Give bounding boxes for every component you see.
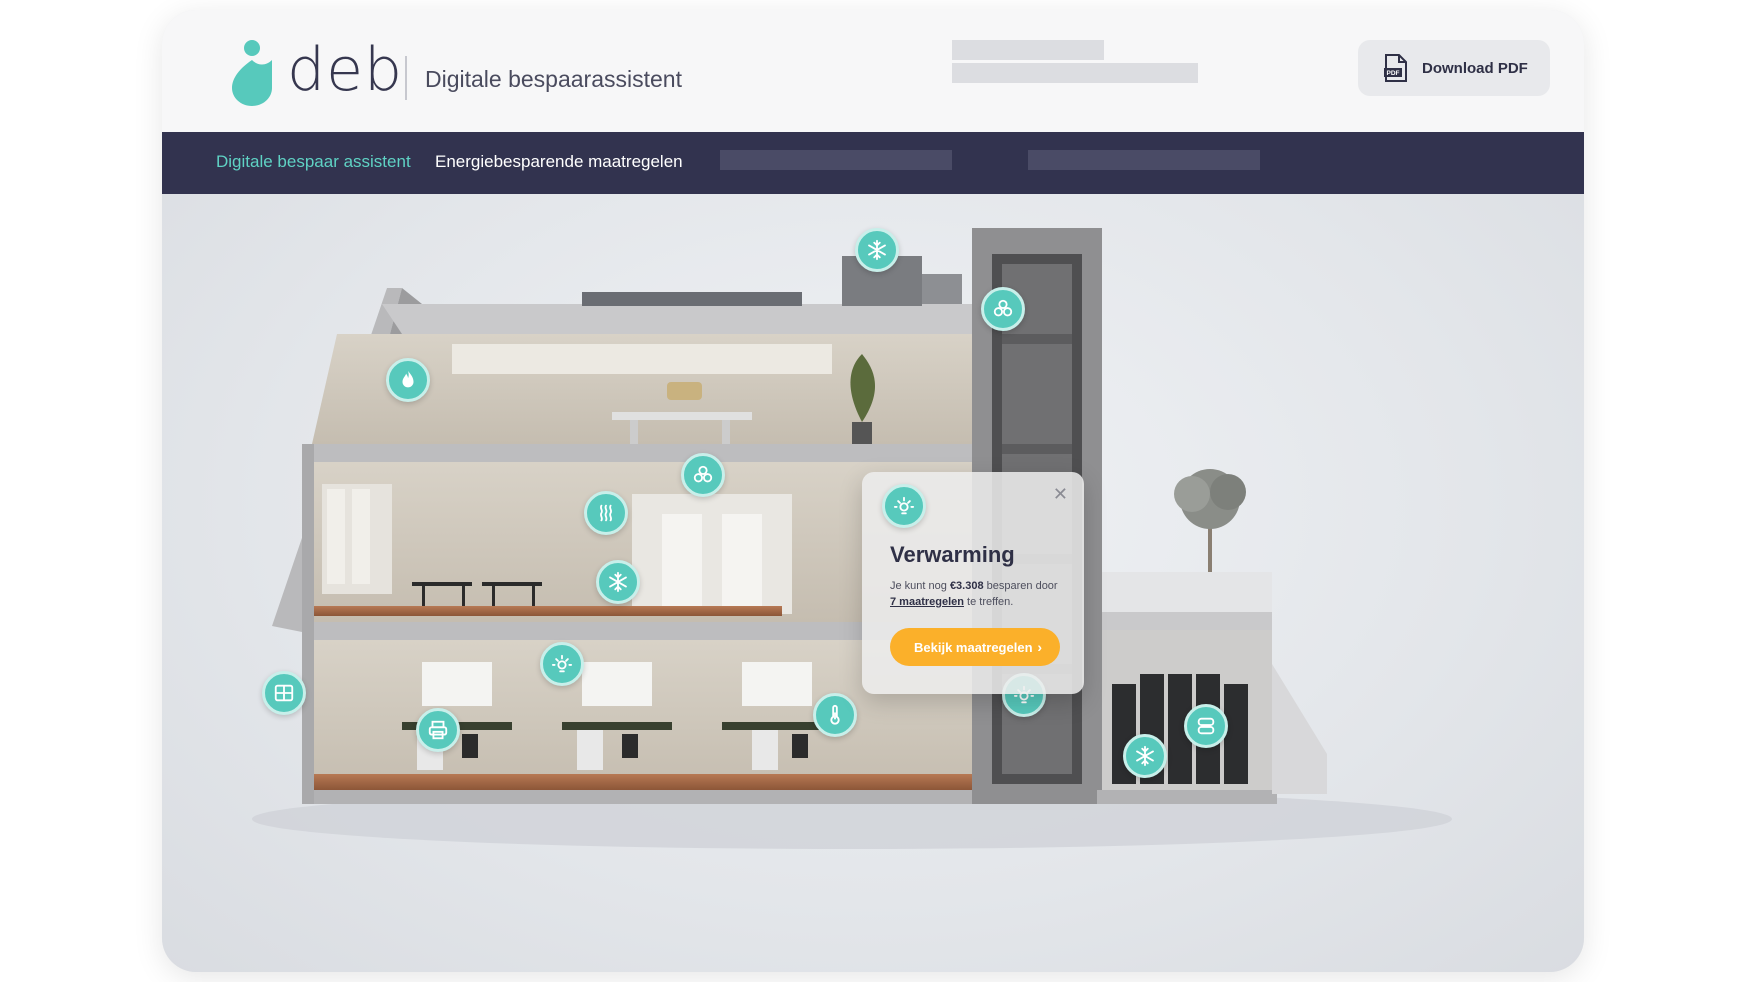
nav-item-maatregelen[interactable]: Energiebesparende maatregelen — [435, 152, 683, 172]
printer-icon — [428, 720, 448, 740]
deb-logo-icon — [232, 40, 272, 106]
snowflake-icon — [1136, 745, 1154, 767]
hotspot-cooling-roof[interactable] — [855, 228, 899, 272]
lightbulb-icon — [551, 654, 573, 673]
logo-divider — [405, 56, 407, 100]
server-icon — [1197, 717, 1215, 735]
nav-placeholder-1 — [720, 150, 952, 170]
hotspot-gas[interactable] — [386, 358, 430, 402]
hotspot-cooling-middle[interactable] — [596, 560, 640, 604]
popup-title: Verwarming — [890, 542, 1015, 567]
popup-text-middle: besparen door — [983, 580, 1058, 592]
lightbulb-icon — [893, 496, 915, 515]
hotspot-cooling-annex[interactable] — [1123, 734, 1167, 778]
close-icon[interactable]: ✕ — [1053, 484, 1068, 505]
popup-lighting-hotspot[interactable] — [882, 484, 926, 528]
placeholder-bar-bottom — [952, 63, 1198, 83]
snowflake-icon — [609, 571, 627, 593]
chevron-right-icon: › — [1037, 639, 1042, 655]
window-grid-icon — [274, 684, 294, 702]
download-pdf-button[interactable]: PDF Download PDF — [1358, 40, 1550, 96]
nav-placeholder-2 — [1028, 150, 1260, 170]
heat-waves-icon — [599, 504, 613, 522]
snowflake-icon — [868, 239, 886, 261]
hotspot-temperature[interactable] — [813, 693, 857, 737]
hotspot-servers[interactable] — [1184, 704, 1228, 748]
popup-text-suffix: te treffen. — [963, 596, 1014, 608]
download-pdf-label: Download PDF — [1422, 59, 1528, 77]
thermometer-icon — [830, 704, 840, 725]
building-scene: ✕ Verwarming Je kunt nog €3.308 besparen… — [162, 194, 1584, 972]
flame-icon — [402, 370, 414, 388]
verwarming-popup: ✕ Verwarming Je kunt nog €3.308 besparen… — [862, 472, 1084, 694]
popup-amount: €3.308 — [949, 580, 984, 592]
hotspot-ventilation-tower[interactable] — [981, 287, 1025, 331]
hotspot-lighting-ground[interactable] — [540, 642, 584, 686]
bekijk-maatregelen-button[interactable]: Bekijk maatregelen › — [890, 628, 1060, 666]
fan-icon — [693, 465, 713, 483]
logo-wordmark: deb — [287, 35, 404, 105]
main-nav: Digitale bespaar assistent Energiebespar… — [162, 132, 1584, 194]
hotspot-office-equipment[interactable] — [416, 708, 460, 752]
svg-text:PDF: PDF — [1387, 70, 1400, 77]
popup-description: Je kunt nog €3.308 besparen door 7 maatre… — [890, 578, 1076, 610]
popup-text-prefix: Je kunt nog — [890, 580, 950, 592]
hotspot-ventilation-middle[interactable] — [681, 453, 725, 497]
header: deb Digitale bespaarassistent PDF Downlo… — [162, 10, 1584, 132]
popup-measures-link[interactable]: 7 maatregelen — [890, 596, 964, 608]
nav-item-bespaar-assistent[interactable]: Digitale bespaar assistent — [216, 152, 411, 172]
cta-label: Bekijk maatregelen — [914, 639, 1033, 655]
app-window: deb Digitale bespaarassistent PDF Downlo… — [162, 10, 1584, 972]
hotspot-heating[interactable] — [584, 491, 628, 535]
placeholder-bar-top — [952, 40, 1104, 60]
fan-icon — [993, 299, 1013, 317]
pdf-file-icon: PDF — [1384, 54, 1407, 82]
hotspot-facade[interactable] — [262, 671, 306, 715]
app-subtitle: Digitale bespaarassistent — [425, 66, 682, 92]
